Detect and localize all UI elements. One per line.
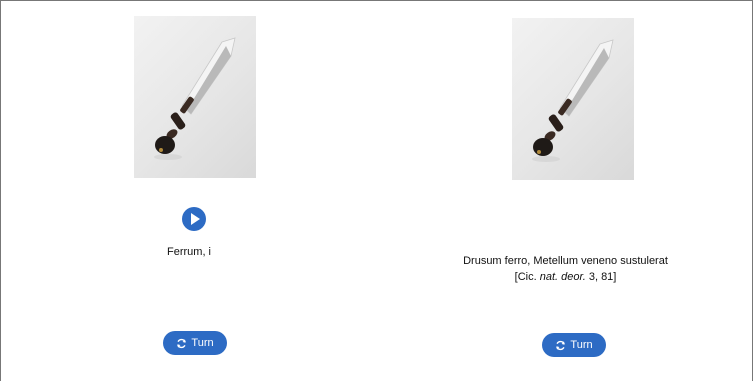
refresh-icon [555,340,566,351]
flashcard-quote: Drusum ferro, Metellum veneno sustulerat… [378,253,753,285]
citation: [Cic. nat. deor. 3, 81] [378,269,753,285]
turn-button-back[interactable]: Turn [542,333,606,357]
play-icon [191,213,200,225]
citation-prefix: [Cic. [514,271,540,283]
quote-text: Drusum ferro, Metellum veneno sustulerat [463,255,668,267]
citation-suffix: 3, 81] [585,271,617,283]
dagger-icon [154,37,236,160]
flashcard-front: Ferrum, i Turn [0,0,378,367]
flashcard-term: Ferrum, i [167,246,211,258]
turn-button-front[interactable]: Turn [163,331,227,355]
turn-label: Turn [570,339,593,351]
turn-label: Turn [191,337,214,349]
dagger-icon [532,39,614,162]
citation-work: nat. deor. [539,271,586,283]
dagger-image [512,18,634,180]
dagger-image [134,16,256,178]
refresh-icon [176,338,187,349]
play-audio-button[interactable] [182,207,206,231]
flashcard-back: Drusum ferro, Metellum veneno sustulerat… [378,0,753,367]
